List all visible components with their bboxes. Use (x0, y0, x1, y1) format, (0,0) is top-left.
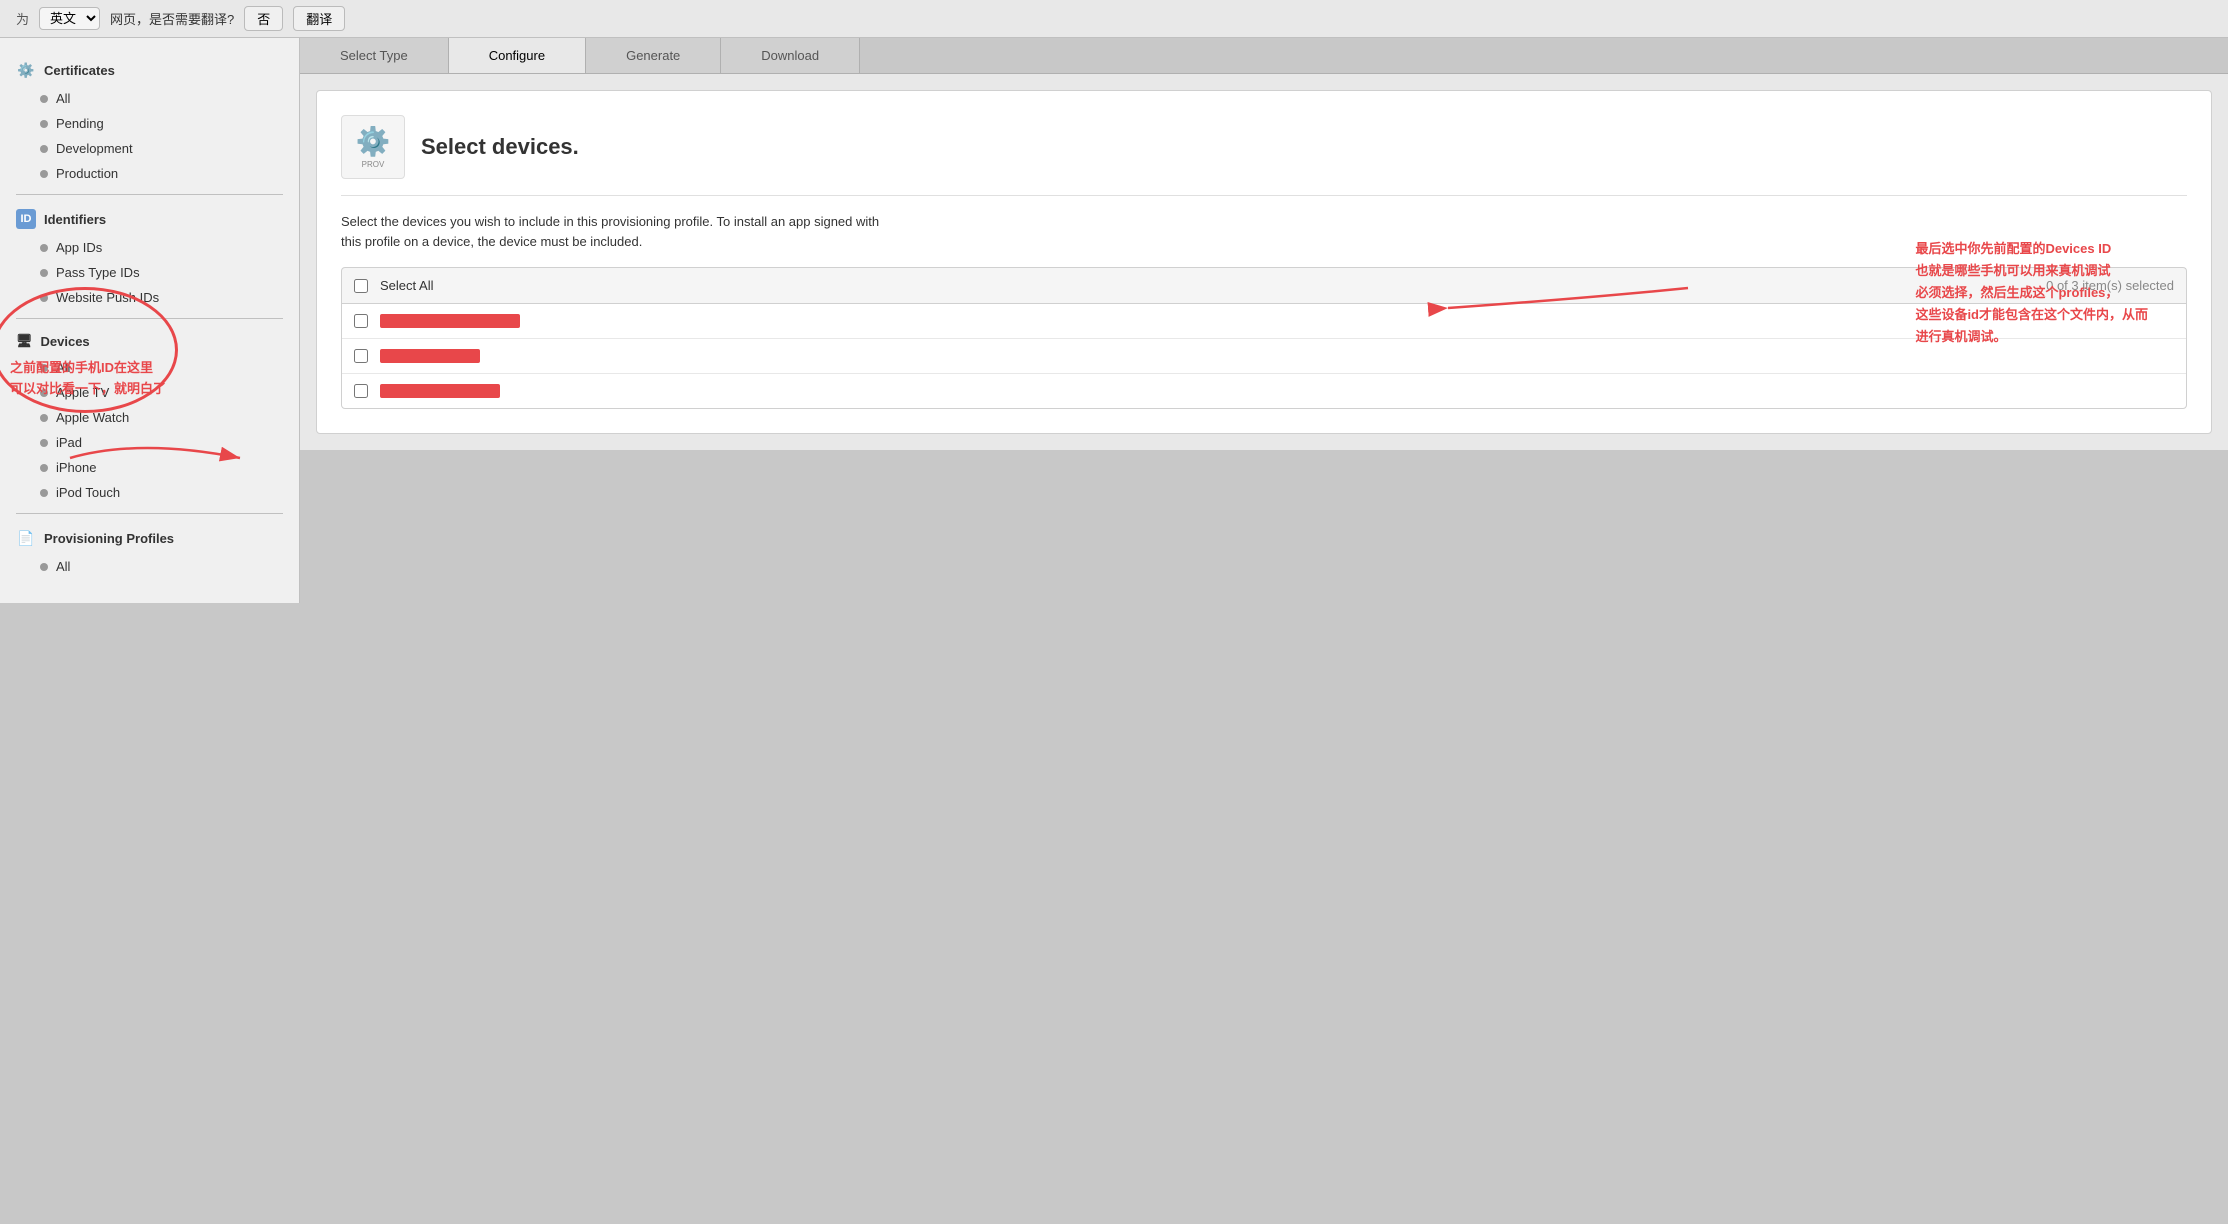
certificates-header[interactable]: ⚙️ Certificates (0, 54, 299, 86)
sidebar-item-certs-production[interactable]: Production (0, 161, 299, 186)
device-checkbox-1[interactable] (354, 314, 368, 328)
gear-icon: ⚙️ (356, 125, 391, 158)
description: Select the devices you wish to include i… (341, 212, 2187, 251)
dot-icon (40, 414, 48, 422)
translate-prompt: 网页，是否需要翻译? (110, 9, 234, 28)
sidebar-item-app-ids[interactable]: App IDs (0, 235, 299, 260)
devices-icon: 🖥 (16, 333, 33, 349)
device-checkbox-2[interactable] (354, 349, 368, 363)
provisioning-icon: 📄 (16, 528, 36, 548)
device-name-2 (380, 349, 480, 363)
sidebar-wrapper: ⚙️ Certificates All Pending Development (0, 38, 300, 1224)
dot-icon (40, 145, 48, 153)
divider-1 (16, 194, 283, 195)
sidebar-item-pass-type-ids[interactable]: Pass Type IDs (0, 260, 299, 285)
device-name-1 (380, 314, 520, 328)
main-wrapper: Select Type Configure Generate Download … (300, 38, 2228, 1224)
table-row (342, 374, 2186, 408)
devices-table (341, 303, 2187, 409)
certificates-icon: ⚙️ (16, 60, 36, 80)
sidebar-item-provisioning-all[interactable]: All (0, 554, 299, 579)
dot-icon (40, 294, 48, 302)
prov-icon: ⚙️ PROV (341, 115, 405, 179)
translate-button[interactable]: 翻译 (293, 6, 345, 31)
sidebar-item-certs-development[interactable]: Development (0, 136, 299, 161)
lang-label: 为 (16, 9, 29, 28)
select-all-row: Select All 0 of 3 item(s) selected (341, 267, 2187, 303)
content-panel: ⚙️ PROV Select devices. Select the devic… (316, 90, 2212, 434)
divider-3 (16, 513, 283, 514)
sidebar-item-ipad[interactable]: iPad (0, 430, 299, 455)
dot-icon (40, 244, 48, 252)
dot-icon (40, 269, 48, 277)
device-checkbox-3[interactable] (354, 384, 368, 398)
dot-icon (40, 95, 48, 103)
main-content: Select Type Configure Generate Download … (300, 38, 2228, 450)
dot-icon (40, 120, 48, 128)
lang-select[interactable]: 英文 (39, 7, 100, 30)
device-name-3 (380, 384, 500, 398)
page-title: Select devices. (421, 134, 579, 160)
select-all-checkbox[interactable] (354, 279, 368, 293)
divider-2 (16, 318, 283, 319)
dot-icon (40, 563, 48, 571)
browser-bar: 为 英文 网页，是否需要翻译? 否 翻译 (0, 0, 2228, 38)
table-row (342, 304, 2186, 339)
certificates-section: ⚙️ Certificates All Pending Development (0, 54, 299, 186)
dot-icon (40, 364, 48, 372)
identifiers-header[interactable]: ID Identifiers (0, 203, 299, 235)
devices-section: 🖥 Devices All Apple TV Apple Watch (0, 327, 299, 505)
table-row (342, 339, 2186, 374)
page-header: ⚙️ PROV Select devices. (341, 115, 2187, 196)
devices-header[interactable]: 🖥 Devices (0, 327, 299, 355)
sidebar-item-certs-pending[interactable]: Pending (0, 111, 299, 136)
dot-icon (40, 464, 48, 472)
tab-download[interactable]: Download (721, 38, 860, 73)
sidebar-item-devices-all[interactable]: All (0, 355, 299, 380)
sidebar-item-apple-tv[interactable]: Apple TV (0, 380, 299, 405)
id-icon: ID (16, 209, 36, 229)
tab-select-type[interactable]: Select Type (300, 38, 449, 73)
sidebar-item-ipod-touch[interactable]: iPod Touch (0, 480, 299, 505)
items-count: 0 of 3 item(s) selected (2046, 278, 2174, 293)
dot-icon (40, 389, 48, 397)
dot-icon (40, 439, 48, 447)
no-button[interactable]: 否 (244, 6, 283, 31)
provisioning-section: 📄 Provisioning Profiles All (0, 522, 299, 579)
tab-configure[interactable]: Configure (449, 38, 586, 73)
sidebar-item-iphone[interactable]: iPhone (0, 455, 299, 480)
identifiers-section: ID Identifiers App IDs Pass Type IDs Web… (0, 203, 299, 310)
sidebar-item-certs-all[interactable]: All (0, 86, 299, 111)
sidebar-item-apple-watch[interactable]: Apple Watch (0, 405, 299, 430)
dot-icon (40, 170, 48, 178)
dot-icon (40, 489, 48, 497)
provisioning-header[interactable]: 📄 Provisioning Profiles (0, 522, 299, 554)
step-tabs: Select Type Configure Generate Download (300, 38, 2228, 74)
app-container: ⚙️ Certificates All Pending Development (0, 38, 2228, 1224)
select-all-label: Select All (380, 278, 2034, 293)
sidebar: ⚙️ Certificates All Pending Development (0, 38, 300, 603)
tab-generate[interactable]: Generate (586, 38, 721, 73)
sidebar-item-website-push-ids[interactable]: Website Push IDs (0, 285, 299, 310)
